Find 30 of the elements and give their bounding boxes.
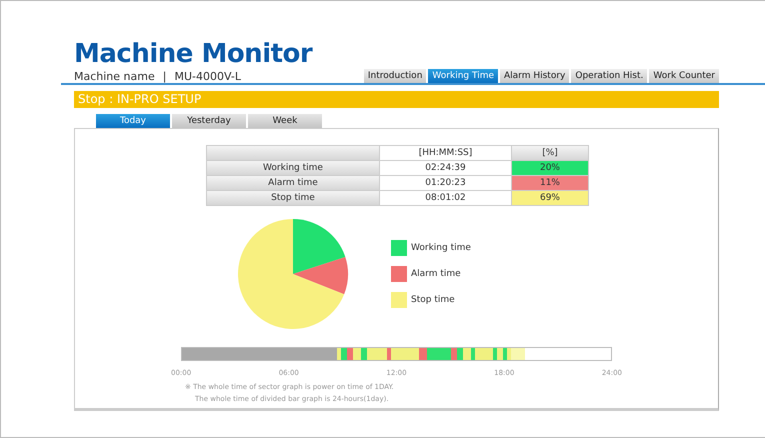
legend-swatch: [391, 266, 407, 282]
percent-cell: 69%: [512, 191, 588, 205]
header-cell: [HH:MM:SS]: [380, 146, 511, 160]
machine-name: MU-4000V-L: [174, 70, 241, 83]
row-header-cell: Alarm time: [207, 176, 379, 190]
nav-tab[interactable]: Work Counter: [649, 69, 719, 83]
period-tab[interactable]: Today: [96, 114, 170, 128]
row-header-cell: Stop time: [207, 191, 379, 205]
legend-swatch: [391, 292, 407, 308]
legend-label: Alarm time: [411, 269, 461, 279]
nav-tab[interactable]: Introduction: [364, 69, 426, 83]
period-tab[interactable]: Yesterday: [172, 114, 246, 128]
percent-cell: 20%: [512, 161, 588, 175]
nav-tab[interactable]: Operation Hist.: [571, 69, 648, 83]
nav-tab[interactable]: Working Time: [428, 69, 498, 83]
table-cell: 01:20:23: [380, 176, 511, 190]
nav-tab[interactable]: Alarm History: [500, 69, 570, 83]
legend-label: Stop time: [411, 295, 455, 305]
status-bar: Stop : IN-PRO SETUP: [74, 91, 719, 108]
period-tab[interactable]: Week: [248, 114, 322, 128]
row-header-cell: Working time: [207, 161, 379, 175]
legend-label: Working time: [411, 243, 471, 253]
separator: |: [162, 70, 166, 83]
table-cell: 08:01:02: [380, 191, 511, 205]
legend-swatch: [391, 240, 407, 256]
percent-cell: 11%: [512, 176, 588, 190]
app-title: Machine Monitor: [74, 39, 312, 69]
table-cell: 02:24:39: [380, 161, 511, 175]
machine-label: Machine name: [74, 70, 155, 83]
header-cell: [%]: [512, 146, 588, 160]
